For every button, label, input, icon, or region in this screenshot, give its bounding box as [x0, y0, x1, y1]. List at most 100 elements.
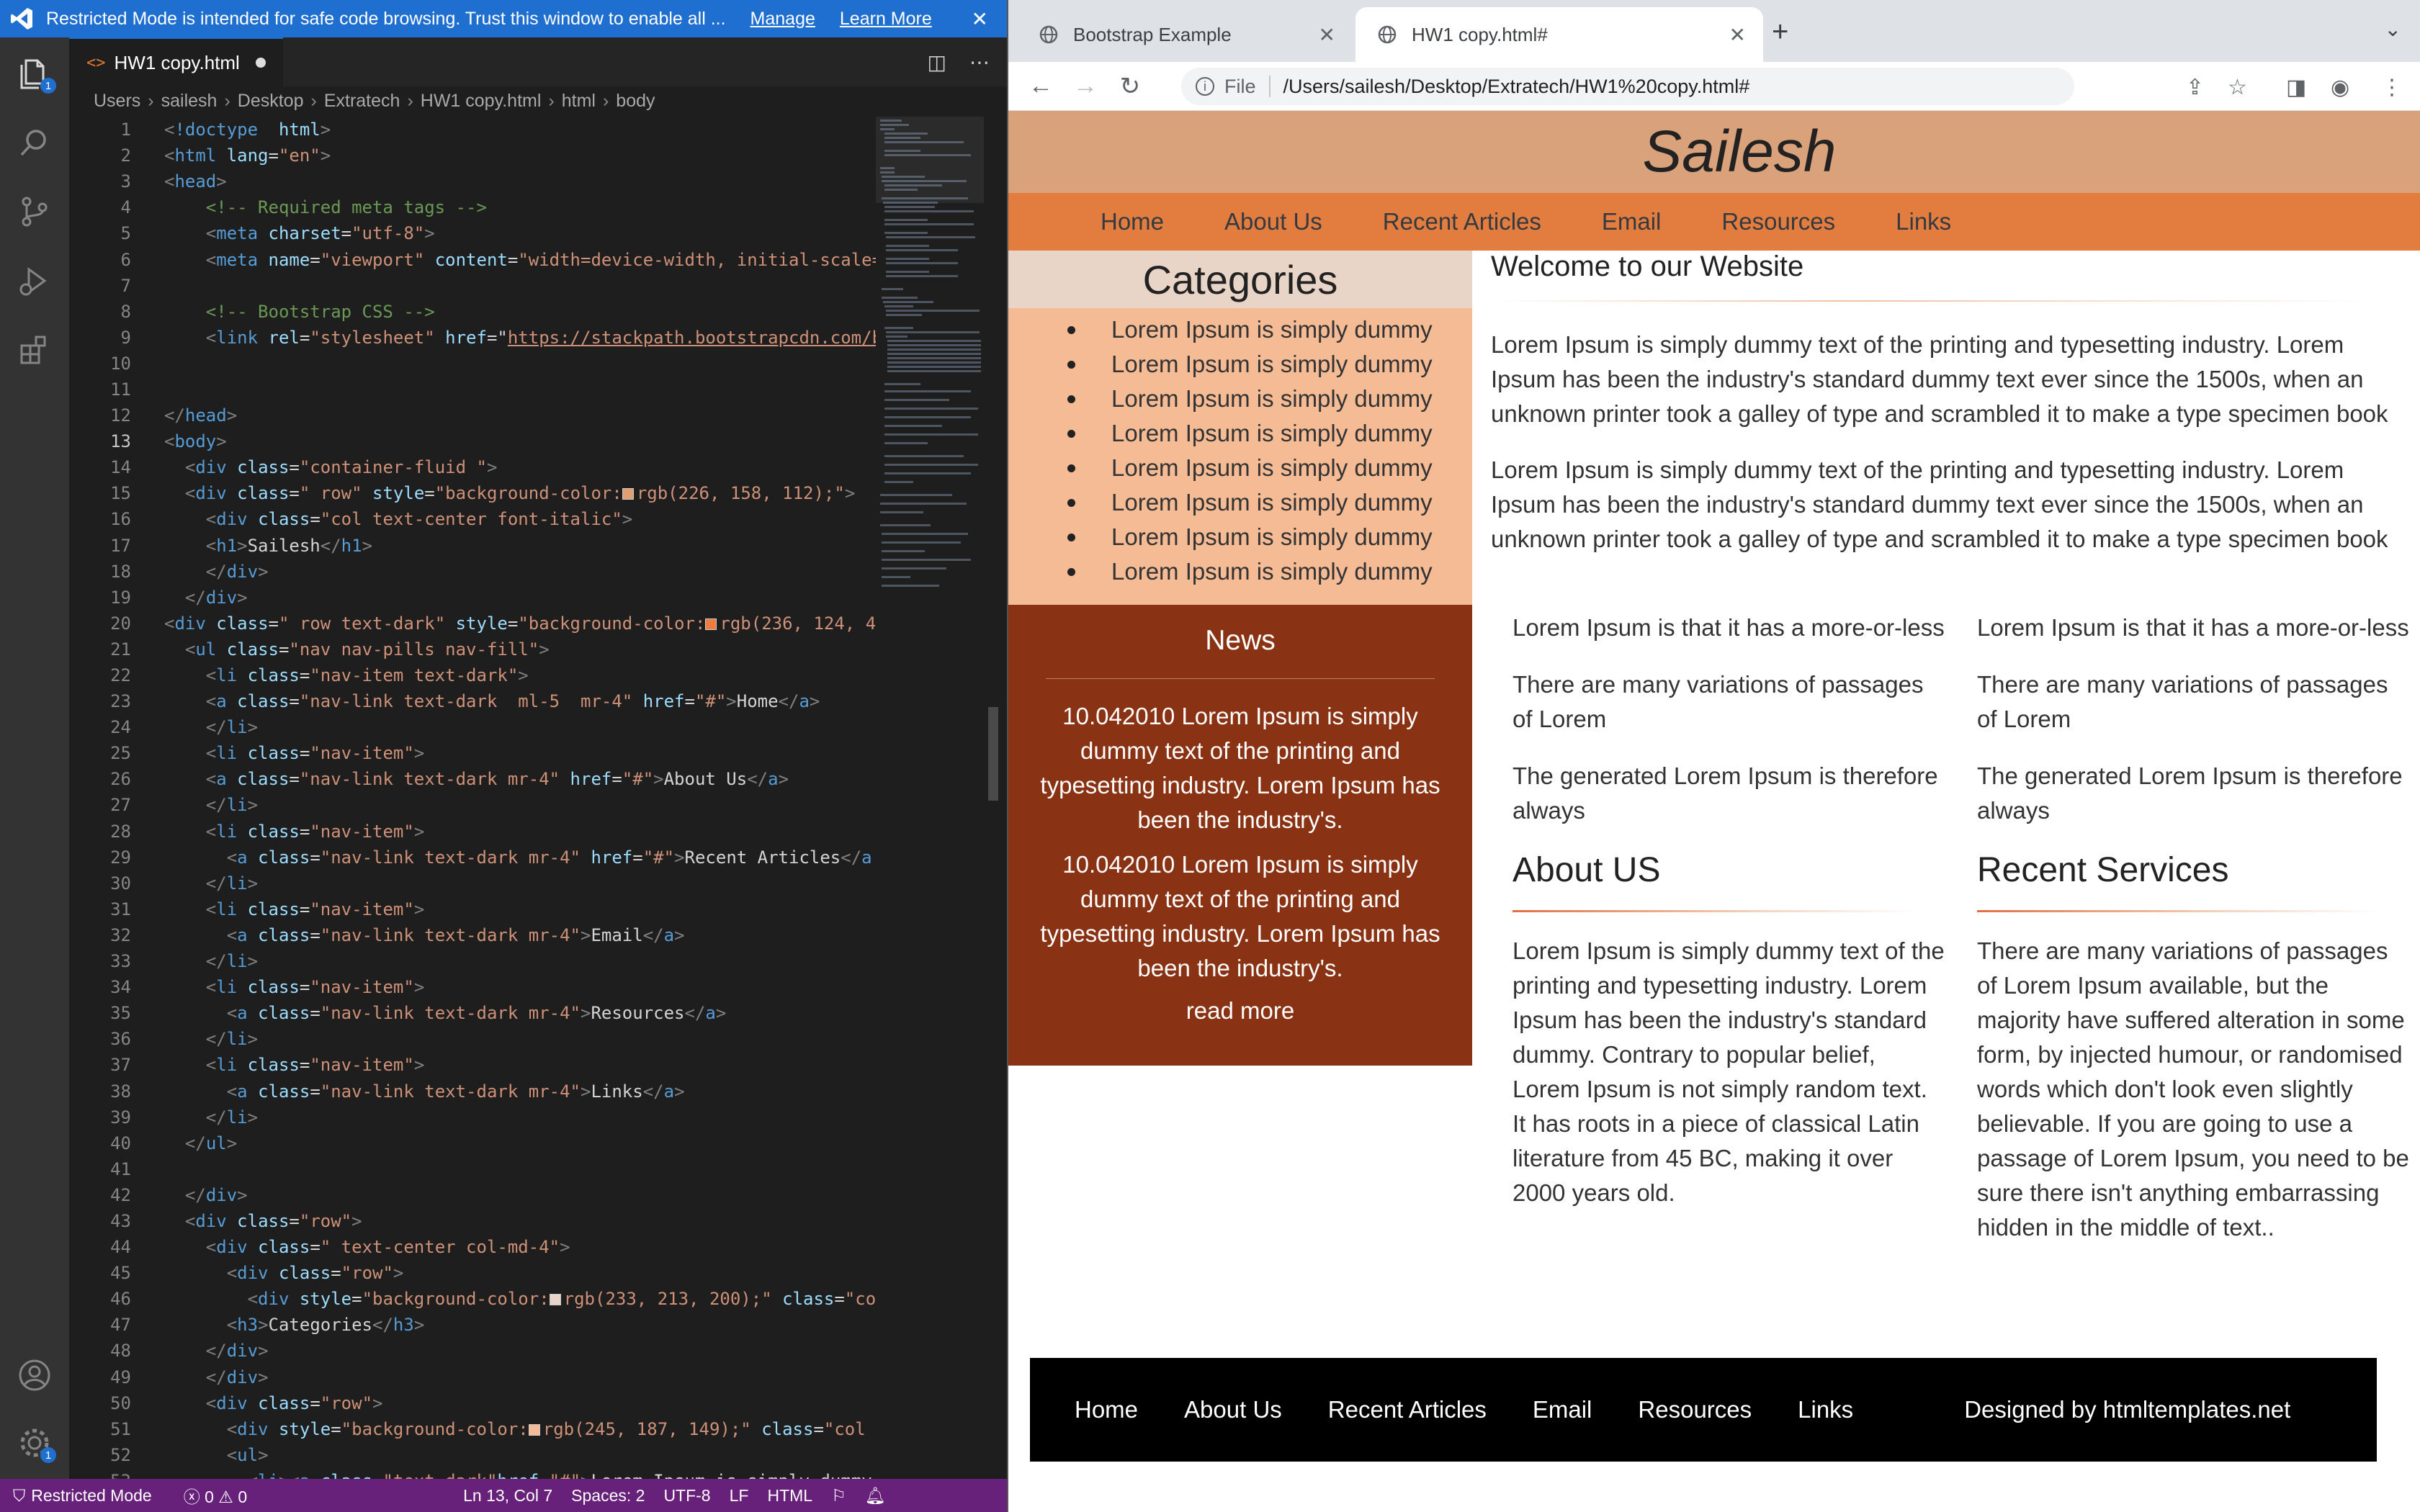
share-icon[interactable]: ⇪	[2186, 75, 2204, 100]
breadcrumb-item[interactable]: html	[562, 91, 596, 112]
footer-link-links[interactable]: Links	[1798, 1396, 1853, 1423]
code-line[interactable]: 11	[69, 377, 876, 402]
nav-link-email[interactable]: Email	[1602, 208, 1662, 235]
code-line[interactable]: 15 <div class=" row" style="background-c…	[69, 480, 876, 506]
new-tab-icon[interactable]: +	[1772, 16, 1788, 48]
nav-link-links[interactable]: Links	[1896, 208, 1951, 235]
nav-link-resources[interactable]: Resources	[1721, 208, 1835, 235]
code-line[interactable]: 8 <!-- Bootstrap CSS -->	[69, 299, 876, 325]
tab-search-chevron-icon[interactable]: ⌄	[2385, 17, 2401, 41]
code-line[interactable]: 24 </li>	[69, 714, 876, 740]
code-line[interactable]: 18 </div>	[69, 559, 876, 585]
code-line[interactable]: 49 </div>	[69, 1364, 876, 1390]
site-info-icon[interactable]: i	[1196, 77, 1214, 96]
code-line[interactable]: 21 <ul class="nav nav-pills nav-fill">	[69, 636, 876, 662]
category-link[interactable]: Lorem Ipsum is simply dummy	[1008, 485, 1472, 520]
code-line[interactable]: 22 <li class="nav-item text-dark">	[69, 662, 876, 688]
code-line[interactable]: 26 <a class="nav-link text-dark mr-4" hr…	[69, 766, 876, 792]
code-line[interactable]: 33 </li>	[69, 948, 876, 974]
close-tab-icon[interactable]: ✕	[1729, 23, 1746, 47]
indentation-status[interactable]: Spaces: 2	[571, 1486, 645, 1506]
bookmark-star-icon[interactable]: ☆	[2228, 75, 2247, 100]
code-line[interactable]: 3 <head>	[69, 168, 876, 194]
breadcrumb-item[interactable]: sailesh	[161, 91, 218, 112]
footer-link-email[interactable]: Email	[1533, 1396, 1592, 1423]
footer-link-about-us[interactable]: About Us	[1184, 1396, 1282, 1423]
code-line[interactable]: 4 <!-- Required meta tags -->	[69, 194, 876, 220]
category-link[interactable]: Lorem Ipsum is simply dummy	[1008, 520, 1472, 554]
color-swatch[interactable]	[528, 1423, 540, 1436]
address-bar[interactable]: i File /Users/sailesh/Desktop/Extratech/…	[1181, 68, 2074, 105]
code-line[interactable]: 34 <li class="nav-item">	[69, 974, 876, 1000]
code-line[interactable]: 42 </div>	[69, 1182, 876, 1208]
side-panel-icon[interactable]: ◨	[2286, 75, 2306, 100]
manage-link[interactable]: Manage	[750, 9, 815, 30]
code-line[interactable]: 41	[69, 1156, 876, 1182]
code-line[interactable]: 10	[69, 351, 876, 377]
code-line[interactable]: 17 <h1>Sailesh</h1>	[69, 533, 876, 559]
restricted-mode-status[interactable]: ⛉ Restricted Mode	[0, 1485, 165, 1506]
breadcrumb-item[interactable]: Users	[94, 91, 140, 112]
cursor-position-status[interactable]: Ln 13, Col 7	[463, 1486, 552, 1506]
code-line[interactable]: 52 <ul>	[69, 1442, 876, 1468]
category-link[interactable]: Lorem Ipsum is simply dummy	[1008, 347, 1472, 382]
address-url[interactable]: /Users/sailesh/Desktop/Extratech/HW1%20c…	[1283, 76, 1750, 98]
category-link[interactable]: Lorem Ipsum is simply dummy	[1008, 416, 1472, 451]
nav-link-home[interactable]: Home	[1101, 208, 1164, 235]
source-control-icon[interactable]	[16, 193, 53, 230]
code-line[interactable]: 1 <!doctype html>	[69, 117, 876, 143]
code-line[interactable]: 19 </div>	[69, 585, 876, 611]
code-line[interactable]: 23 <a class="nav-link text-dark ml-5 mr-…	[69, 688, 876, 714]
minimap[interactable]	[876, 117, 984, 621]
code-line[interactable]: 29 <a class="nav-link text-dark mr-4" hr…	[69, 845, 876, 870]
code-line[interactable]: 37 <li class="nav-item">	[69, 1052, 876, 1078]
browser-tab-hw1[interactable]: HW1 copy.html# ✕	[1355, 7, 1763, 62]
split-editor-icon[interactable]: ◫	[928, 50, 946, 74]
code-line[interactable]: 46 <div style="background-color: rgb(233,…	[69, 1286, 876, 1312]
category-link[interactable]: Lorem Ipsum is simply dummy	[1008, 451, 1472, 485]
code-line[interactable]: 2 <html lang="en">	[69, 143, 876, 168]
code-line[interactable]: 6 <meta name="viewport" content="width=d…	[69, 246, 876, 272]
footer-link-resources[interactable]: Resources	[1638, 1396, 1752, 1423]
code-line[interactable]: 32 <a class="nav-link text-dark mr-4">Em…	[69, 922, 876, 948]
color-swatch[interactable]	[622, 488, 634, 500]
nav-link-about-us[interactable]: About Us	[1224, 208, 1322, 235]
code-line[interactable]: 35 <a class="nav-link text-dark mr-4">Re…	[69, 1000, 876, 1026]
category-link[interactable]: Lorem Ipsum is simply dummy	[1008, 312, 1472, 347]
breadcrumb-item[interactable]: Extratech	[324, 91, 400, 112]
code-line[interactable]: 13 <body>	[69, 428, 876, 454]
editor-tab-hw1[interactable]: <> HW1 copy.html	[69, 37, 283, 86]
encoding-status[interactable]: UTF-8	[663, 1486, 710, 1506]
manage-gear-icon[interactable]: 1	[16, 1424, 56, 1463]
code-line[interactable]: 25 <li class="nav-item">	[69, 740, 876, 766]
language-mode-status[interactable]: HTML	[767, 1486, 812, 1506]
more-actions-icon[interactable]: ⋯	[969, 50, 990, 74]
code-line[interactable]: 45 <div class="row">	[69, 1260, 876, 1286]
account-icon[interactable]	[16, 1356, 53, 1394]
code-line[interactable]: 40 </ul>	[69, 1130, 876, 1156]
category-link[interactable]: Lorem Ipsum is simply dummy	[1008, 382, 1472, 416]
close-tab-icon[interactable]: ✕	[1319, 23, 1335, 47]
code-line[interactable]: 16 <div class="col text-center font-ital…	[69, 506, 876, 532]
code-line[interactable]: 43 <div class="row">	[69, 1208, 876, 1234]
code-line[interactable]: 36 </li>	[69, 1026, 876, 1052]
nav-link-recent-articles[interactable]: Recent Articles	[1383, 208, 1541, 235]
breadcrumb-item[interactable]: HW1 copy.html	[421, 91, 542, 112]
code-line[interactable]: 5 <meta charset="utf-8">	[69, 220, 876, 246]
code-line[interactable]: 44 <div class=" text-center col-md-4">	[69, 1234, 876, 1260]
code-line[interactable]: 31 <li class="nav-item">	[69, 896, 876, 922]
color-swatch[interactable]	[549, 1294, 561, 1306]
code-line[interactable]: 50 <div class="row">	[69, 1390, 876, 1416]
extensions-icon[interactable]	[16, 331, 53, 369]
notifications-bell-icon[interactable]: 🔔︎	[865, 1486, 886, 1506]
code-editor[interactable]: 1 <!doctype html> 2 <html lang="en"> 3 <head>…	[69, 117, 876, 1485]
read-more-link[interactable]: read more	[1008, 997, 1472, 1025]
unsaved-dot-icon[interactable]	[255, 58, 266, 68]
profile-avatar-icon[interactable]: ◉	[2331, 75, 2349, 100]
breadcrumb-item[interactable]: Desktop	[238, 91, 304, 112]
browser-menu-icon[interactable]: ⋮	[2381, 75, 2403, 100]
code-line[interactable]: 48 </div>	[69, 1338, 876, 1364]
learn-more-link[interactable]: Learn More	[840, 9, 932, 30]
category-link[interactable]: Lorem Ipsum is simply dummy	[1008, 554, 1472, 589]
explorer-icon[interactable]: 1	[16, 55, 56, 94]
